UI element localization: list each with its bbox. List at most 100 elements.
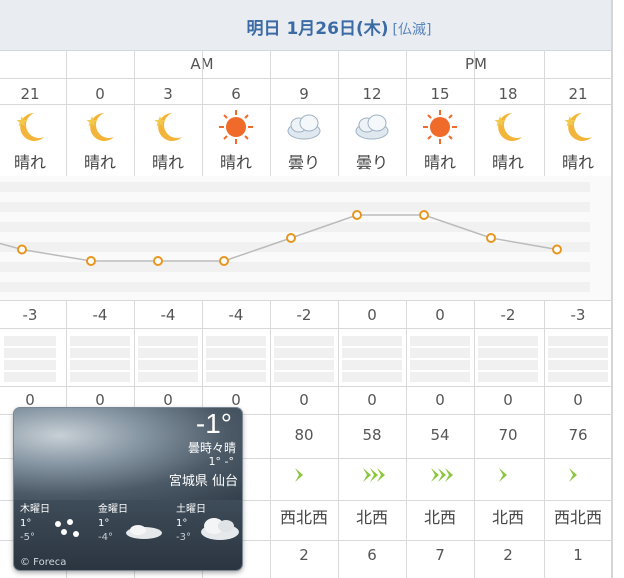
temperature-value: -3 [570, 306, 586, 324]
hour-label: 12 [362, 85, 382, 103]
forecast-day-3: 土曜日 1° -3° [172, 500, 242, 556]
precip-bar-bg [138, 336, 198, 346]
temperature-line [0, 214, 558, 262]
chart-grid-band [0, 182, 590, 192]
sun-icon [423, 110, 457, 144]
wind-speed: 7 [435, 546, 445, 564]
precip-bar-bg [274, 360, 334, 370]
precip-bar-bg [138, 348, 198, 358]
chart-grid-band [0, 202, 590, 212]
foreca-brand[interactable]: © Foreca [20, 557, 66, 568]
hour-label: 9 [299, 85, 309, 103]
sun-icon [219, 110, 253, 144]
precip-value: 0 [95, 391, 105, 409]
precip-bar-bg [478, 360, 538, 370]
precip-bar-bg [206, 336, 266, 346]
temperature-point [153, 256, 163, 266]
snow-icon [55, 519, 79, 537]
precip-value: 0 [573, 391, 583, 409]
hour-label: 6 [231, 85, 241, 103]
precip-bar-bg [138, 360, 198, 370]
precip-bar-bg [70, 360, 130, 370]
precip-value: 0 [367, 391, 377, 409]
cloud-icon [201, 518, 239, 540]
precip-bar-bg [410, 372, 470, 382]
precip-bar-bg [206, 360, 266, 370]
precip-bar-bg [342, 372, 402, 382]
weather-label: 曇り [287, 153, 320, 172]
row-divider [0, 78, 612, 79]
precip-bar-bg [138, 372, 198, 382]
hour-label: 18 [498, 85, 518, 103]
temperature-value: -4 [92, 306, 108, 324]
widget-condition: 曇時々晴 [187, 441, 236, 455]
wind-arrow-icon [431, 468, 453, 482]
precip-bar-bg [206, 372, 266, 382]
temperature-point [286, 233, 296, 243]
precip-bar-bg [4, 360, 56, 370]
precip-bar-bg [342, 348, 402, 358]
precip-bar-bg [274, 372, 334, 382]
temperature-value: 0 [367, 306, 377, 324]
moon-star-icon [154, 113, 182, 141]
precip-value: 0 [299, 391, 309, 409]
wind-speed: 2 [299, 546, 309, 564]
temperature-chart [0, 182, 590, 292]
date-title: 明日 1月26日(木) [仏滅] [66, 14, 612, 39]
precip-bar-bg [4, 372, 56, 382]
humidity-value: 76 [568, 426, 588, 444]
temperature-point [419, 210, 429, 220]
precip-bar-bg [206, 348, 266, 358]
precip-bar-bg [70, 372, 130, 382]
temperature-value: 0 [435, 306, 445, 324]
wind-speed: 1 [573, 546, 583, 564]
weather-label: 晴れ [219, 153, 252, 172]
wind-speed: 2 [503, 546, 513, 564]
temperature-point [352, 210, 362, 220]
weather-label: 晴れ [13, 153, 46, 172]
weather-label: 晴れ [561, 153, 594, 172]
weather-label: 晴れ [491, 153, 524, 172]
precip-value: 0 [503, 391, 513, 409]
precip-bar-bg [548, 336, 608, 346]
temperature-value: -4 [160, 306, 176, 324]
wind-arrow-icon [569, 468, 577, 482]
row-divider [0, 300, 612, 301]
wind-direction: 北西 [355, 508, 388, 527]
temperature-value: -2 [296, 306, 312, 324]
temperature-point [86, 256, 96, 266]
hour-label: 15 [430, 85, 450, 103]
temperature-point [219, 256, 229, 266]
forecast-high: 1° [98, 518, 110, 529]
precip-bar-bg [342, 336, 402, 346]
precip-bar-bg [4, 336, 56, 346]
foreca-widget[interactable]: -1° 曇時々晴 1° -° 宮城県 仙台 木曜日 1° -5° 金曜日 1° … [14, 408, 242, 570]
temperature-value: -3 [22, 306, 38, 324]
widget-location: 宮城県 仙台 [168, 474, 238, 489]
precip-bar-bg [342, 360, 402, 370]
row-divider [0, 386, 612, 387]
wind-direction: 北西 [423, 508, 456, 527]
precip-bar-bg [548, 348, 608, 358]
row-divider [0, 328, 612, 329]
rokuyo-link[interactable]: [仏滅] [393, 22, 432, 38]
precip-bar-bg [274, 336, 334, 346]
precip-bar-bg [548, 372, 608, 382]
weather-label: 曇り [355, 153, 388, 172]
weather-label: 晴れ [83, 153, 116, 172]
forecast-day-label: 土曜日 [176, 504, 206, 515]
precip-bar-bg [478, 348, 538, 358]
right-border [611, 0, 613, 578]
hour-label: 21 [20, 85, 40, 103]
moon-star-icon [564, 113, 592, 141]
forecast-low: -4° [98, 532, 113, 543]
forecast-day-2: 金曜日 1° -4° [94, 500, 170, 556]
forecast-day-label: 木曜日 [20, 504, 50, 515]
ampm-divider [338, 50, 339, 80]
wind-speed: 6 [367, 546, 377, 564]
hour-label: 21 [568, 85, 588, 103]
wind-direction: 西北西 [279, 508, 328, 527]
wind-direction: 北西 [491, 508, 524, 527]
moon-star-icon [16, 113, 44, 141]
forecast-day-1: 木曜日 1° -5° [16, 500, 92, 556]
